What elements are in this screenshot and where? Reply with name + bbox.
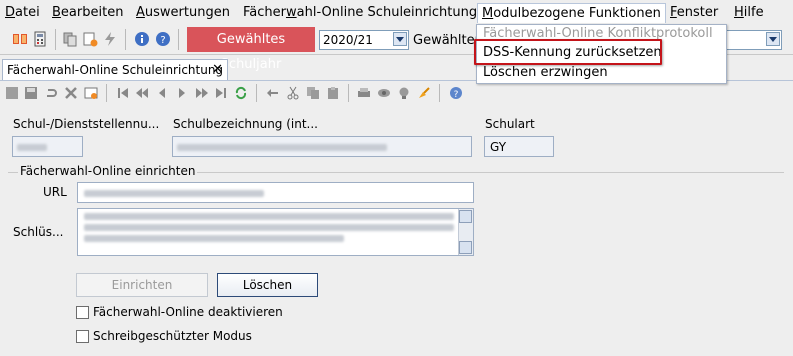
loeschen-button[interactable]: Löschen [217, 273, 318, 297]
url-field[interactable] [77, 182, 474, 203]
document-edit-icon[interactable] [82, 31, 98, 47]
refresh-icon[interactable] [234, 86, 248, 100]
svg-text:?: ? [160, 35, 165, 46]
schul-nr-field[interactable] [12, 136, 83, 157]
menu-mnemonic: H [734, 5, 744, 20]
lightning-icon[interactable] [102, 31, 118, 47]
menu-auswertungen[interactable]: Auswertungen [136, 5, 230, 20]
first-record-icon[interactable] [116, 86, 130, 100]
redacted-text [84, 235, 344, 242]
deaktivieren-label: Fächerwahl-Online deaktivieren [93, 305, 283, 319]
menu-mnemonic: D [5, 5, 16, 20]
menu-mnemonic: M [482, 6, 494, 21]
schul-nr-label: Schul-/Dienststellennu... [13, 117, 160, 131]
schuljahr-value: 2020/21 [323, 33, 373, 47]
copy-documents-icon[interactable] [62, 31, 78, 47]
rewind-icon[interactable] [135, 86, 149, 100]
gewaehlter-select[interactable] [720, 30, 782, 50]
previous-icon[interactable] [155, 86, 169, 100]
redacted-text [84, 213, 454, 220]
toolbar-separator [125, 29, 126, 50]
tab-faecherwahl-schuleinrichtung[interactable]: Fächerwahl-Online Schuleinrichtung ✕ [2, 59, 228, 80]
menu-datei[interactable]: Datei [5, 5, 40, 20]
schulbezeichnung-label: Schulbezeichnung (int... [173, 117, 318, 131]
copy-icon[interactable] [306, 86, 320, 100]
toolbar-separator [439, 84, 440, 102]
schulart-label: Schulart [485, 117, 535, 131]
highlight-box [474, 39, 662, 65]
arrow-left-icon[interactable] [266, 86, 280, 100]
fast-forward-icon[interactable] [195, 86, 209, 100]
redacted-text [84, 190, 264, 197]
redacted-text [177, 144, 387, 151]
toolbar-separator [178, 29, 179, 50]
gewaehlter-label: Gewählter [413, 33, 480, 48]
menu-bearbeiten[interactable]: Bearbeiten [52, 5, 123, 20]
scrollbar[interactable] [458, 209, 473, 255]
cut-icon[interactable] [286, 86, 300, 100]
menu-fenster[interactable]: Fenster [670, 5, 718, 20]
menu-hilfe[interactable]: Hilfe [734, 5, 764, 20]
menu-modulbezogene-funktionen[interactable]: Modulbezogene Funktionen [477, 3, 666, 23]
schluessel-textarea[interactable] [77, 208, 474, 256]
chevron-down-icon[interactable] [766, 32, 780, 46]
record-toolbar: ? [0, 81, 793, 105]
calculator-icon[interactable] [32, 31, 48, 47]
schuljahr-select[interactable]: 2020/21 [319, 30, 409, 50]
tab-label: Fächerwahl-Online Schuleinrichtung [7, 63, 224, 77]
last-record-icon[interactable] [214, 86, 228, 100]
schuljahr-button[interactable]: Gewähltes Schuljahr [187, 27, 315, 72]
toolbar-separator [348, 84, 349, 102]
chevron-down-icon[interactable] [393, 32, 407, 46]
new-record-icon[interactable] [5, 86, 19, 100]
toolbar-separator [256, 84, 257, 102]
book-icon[interactable] [12, 31, 28, 47]
schluessel-label: Schlüs... [13, 225, 64, 239]
schulbezeichnung-field[interactable] [172, 136, 472, 157]
brush-icon[interactable] [417, 86, 431, 100]
menu-faecherwahl-schuleinrichtung[interactable]: Fächerwahl-Online Schuleinrichtung [243, 5, 477, 20]
undo-icon[interactable] [44, 86, 58, 100]
chevron-down-icon[interactable] [459, 241, 472, 254]
form-icon[interactable] [84, 86, 98, 100]
schreibgeschuetzt-checkbox[interactable] [76, 330, 89, 343]
help-icon[interactable]: ? [155, 31, 171, 47]
print-icon[interactable] [357, 86, 371, 100]
menu-mnemonic: F [670, 5, 677, 20]
close-icon[interactable]: ✕ [212, 62, 223, 77]
menu-item-loeschen-erzwingen[interactable]: Löschen erzwingen [483, 65, 608, 80]
toolbar-separator [106, 84, 107, 102]
menu-mnemonic: A [136, 5, 145, 20]
help-icon[interactable]: ? [449, 86, 463, 100]
section-title: Fächerwahl-Online einrichten [18, 164, 198, 178]
deaktivieren-checkbox[interactable] [76, 306, 89, 319]
info-icon[interactable] [134, 31, 150, 47]
url-label: URL [43, 185, 67, 199]
menu-mnemonic: B [52, 5, 61, 20]
menu-bar: Datei Bearbeiten Auswertungen Fächerwahl… [0, 0, 793, 25]
chevron-up-icon[interactable] [459, 210, 472, 223]
redacted-text [84, 224, 454, 231]
svg-text:?: ? [454, 90, 459, 100]
schulart-value: GY [490, 140, 507, 154]
lightbulb-icon[interactable] [397, 86, 411, 100]
save-icon[interactable] [24, 86, 38, 100]
delete-icon[interactable] [64, 86, 78, 100]
next-icon[interactable] [175, 86, 189, 100]
schreibgeschuetzt-label: Schreibgeschützter Modus [93, 329, 252, 343]
redacted-text [17, 144, 47, 151]
menu-mnemonic: w [285, 5, 297, 20]
schulart-field[interactable]: GY [484, 136, 554, 157]
einrichten-button[interactable]: Einrichten [76, 273, 208, 297]
toolbar-separator [55, 29, 56, 50]
paste-icon[interactable] [326, 86, 340, 100]
eye-icon[interactable] [377, 86, 391, 100]
